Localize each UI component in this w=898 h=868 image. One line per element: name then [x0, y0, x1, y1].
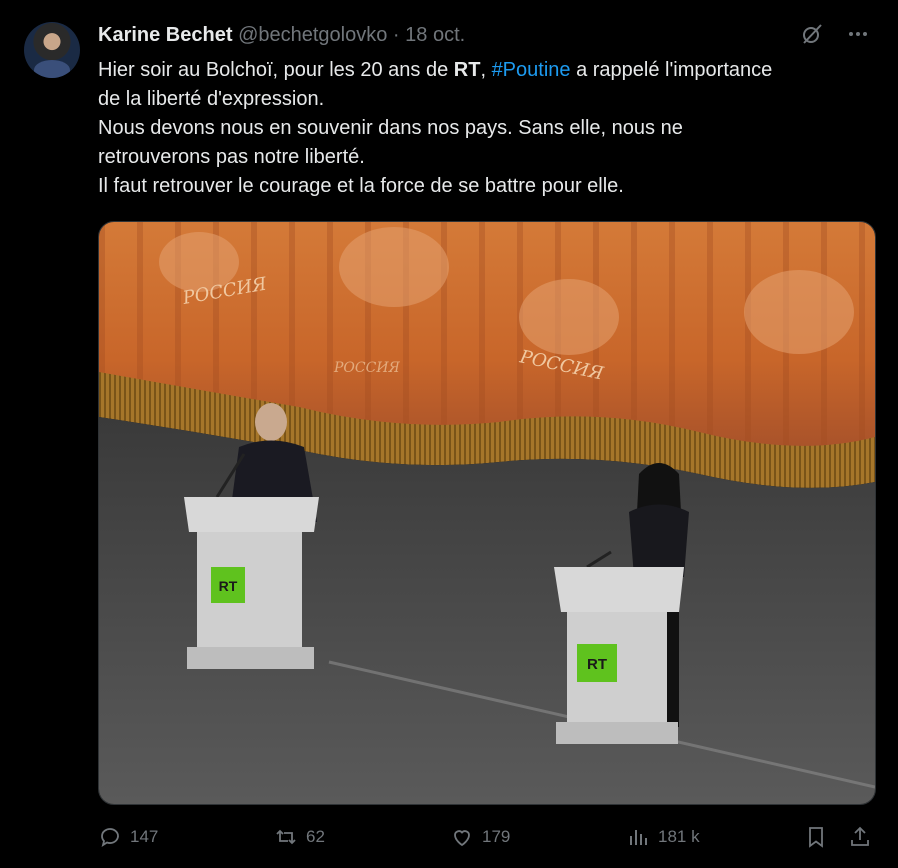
reply-icon	[98, 825, 122, 849]
rt-mention: RT	[453, 59, 481, 81]
curtain-text: РОССИЯ	[333, 360, 401, 376]
tweet-line-2: de la liberté d'expression.	[98, 88, 325, 110]
separator-dot: ·	[392, 24, 400, 46]
author-handle[interactable]: @bechetgolovko	[238, 24, 387, 46]
views-count: 181 k	[658, 827, 700, 846]
tweet-line-1: Hier soir au Bolchoï, pour les 20 ans de…	[98, 56, 878, 85]
share-button[interactable]	[848, 822, 872, 852]
podium-logo-text: RT	[587, 656, 607, 673]
podium-logo-text: RT	[219, 578, 238, 594]
tweet-line-3: Nous devons nous en souvenir dans nos pa…	[98, 117, 683, 139]
tweet: Karine Bechet @bechetgolovko · 18 oct. H…	[0, 0, 898, 868]
like-icon	[450, 825, 474, 849]
tweet-date[interactable]: 18 oct.	[405, 24, 465, 46]
share-icon	[848, 825, 872, 849]
text-segment: Hier soir au Bolchoï, pour les 20 ans de	[98, 59, 454, 81]
podium-right: RT	[554, 550, 684, 744]
grok-icon[interactable]	[800, 22, 824, 46]
hashtag-link[interactable]: #Poutine	[492, 59, 571, 81]
author-name[interactable]: Karine Bechet	[98, 24, 233, 46]
more-icon[interactable]	[846, 22, 870, 46]
tweet-actions: 147 62 179 181 k	[98, 822, 874, 852]
retweet-icon	[274, 825, 298, 849]
views-icon	[626, 825, 650, 849]
avatar[interactable]	[24, 22, 80, 78]
tweet-line-4: retrouverons pas notre liberté.	[98, 146, 365, 168]
retweet-button[interactable]: 62	[274, 822, 325, 852]
tweet-line-5: Il faut retrouver le courage et la force…	[98, 175, 624, 197]
tweet-text: Hier soir au Bolchoï, pour les 20 ans de…	[98, 56, 878, 201]
bookmark-button[interactable]	[804, 822, 828, 852]
reply-count: 147	[130, 827, 159, 846]
like-count: 179	[482, 827, 511, 846]
text-segment: a rappelé l'importance	[570, 59, 773, 81]
retweet-count: 62	[306, 827, 325, 846]
views-button[interactable]: 181 k	[626, 822, 700, 852]
text-segment: ,	[480, 59, 492, 81]
tweet-header: Karine Bechet @bechetgolovko · 18 oct.	[98, 22, 465, 48]
like-button[interactable]: 179	[450, 822, 510, 852]
reply-button[interactable]: 147	[98, 822, 158, 852]
media-image[interactable]: РОССИЯ РОССИЯ РОССИЯ RT RT	[98, 221, 876, 805]
header-actions	[800, 22, 870, 46]
bookmark-icon	[804, 825, 828, 849]
